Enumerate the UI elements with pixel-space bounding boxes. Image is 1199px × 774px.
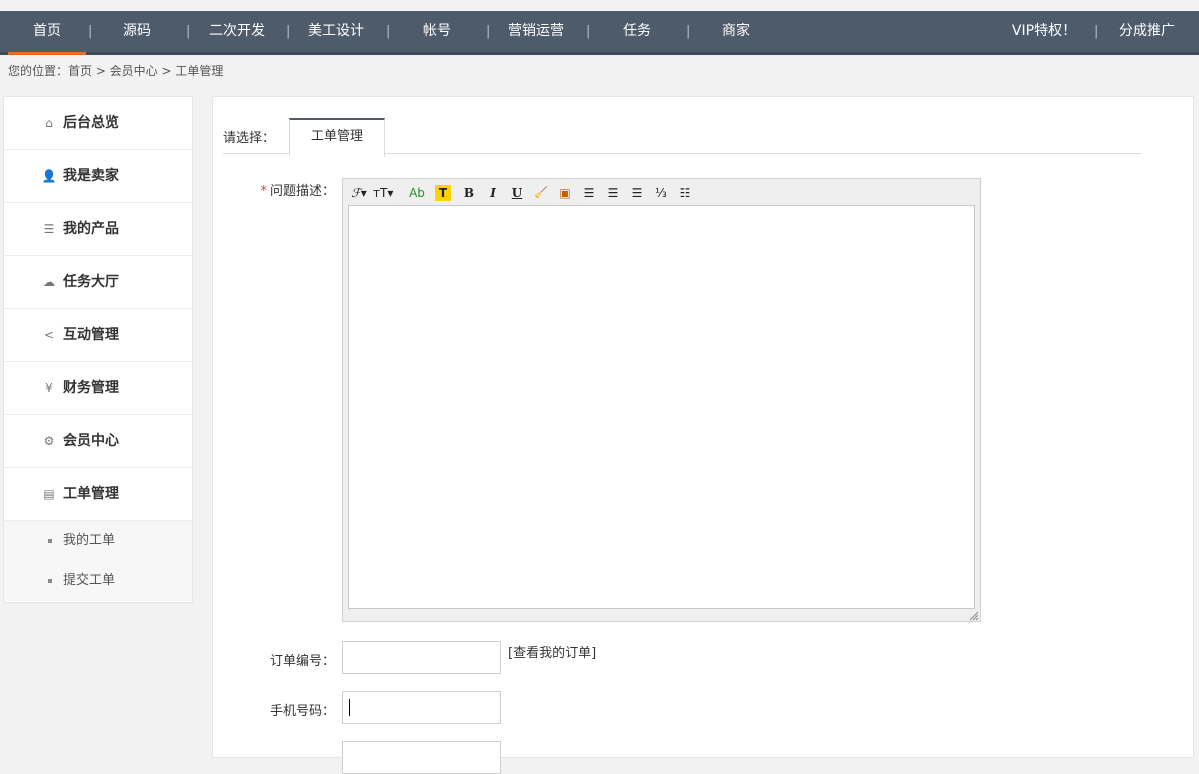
sidebar-item-interaction[interactable]: < 互动管理 — [4, 309, 192, 362]
sidebar-item-member[interactable]: ⚙ 会员中心 — [4, 415, 192, 468]
sidebar-item-label: 会员中心 — [63, 433, 119, 449]
nav-secondary-dev[interactable]: 二次开发 — [198, 11, 276, 52]
resize-handle-icon[interactable] — [969, 611, 979, 621]
editor-content-area[interactable] — [348, 205, 975, 609]
sidebar-item-label: 工单管理 — [63, 486, 119, 502]
cloud-icon: ☁ — [43, 275, 55, 289]
nav-vip[interactable]: VIP特权！ — [1004, 11, 1084, 52]
bullet-icon — [48, 539, 52, 543]
desc-label: 问题描述： — [269, 184, 335, 199]
sidebar-item-label: 后台总览 — [63, 115, 119, 131]
nav-separator: | — [186, 24, 191, 39]
sidebar-item-tickets[interactable]: ▤ 工单管理 — [4, 468, 192, 521]
nav-separator: | — [486, 24, 491, 39]
sidebar-sub-label: 我的工单 — [63, 533, 116, 548]
italic-icon[interactable]: I — [483, 183, 503, 203]
next-field-input[interactable] — [342, 741, 501, 774]
rich-text-editor: ℱ▾ тT▾ Ab T B I U 🧹 ▣ ☰ ☰ ☰ ⅓ ☷ — [342, 178, 981, 622]
underline-icon[interactable]: U — [507, 183, 527, 203]
font-color-icon[interactable]: Ab — [407, 183, 427, 203]
top-nav: 首页 | 源码 | 二次开发 | 美工设计 | 帐号 | 营销运营 | 任务 |… — [0, 11, 1199, 55]
nav-affiliate[interactable]: 分成推广 — [1108, 11, 1186, 52]
choose-label: 请选择： — [223, 131, 276, 146]
nav-separator: | — [1094, 24, 1099, 39]
order-number-input[interactable] — [342, 641, 501, 674]
sidebar-sub-label: 提交工单 — [63, 573, 116, 588]
align-right-icon[interactable]: ☰ — [627, 183, 647, 203]
nav-separator: | — [586, 24, 591, 39]
yen-icon: ¥ — [45, 381, 53, 395]
unordered-list-icon[interactable]: ☷ — [675, 183, 695, 203]
sidebar-item-finance[interactable]: ¥ 财务管理 — [4, 362, 192, 415]
gears-icon: ⚙ — [43, 434, 55, 448]
nav-marketing[interactable]: 营销运营 — [497, 11, 575, 52]
sidebar-item-products[interactable]: ☰ 我的产品 — [4, 203, 192, 256]
font-family-icon[interactable]: ℱ▾ — [349, 183, 369, 203]
sidebar-sub-my-tickets[interactable]: 我的工单 — [4, 521, 192, 561]
nav-home[interactable]: 首页 — [8, 11, 86, 55]
nav-separator: | — [286, 24, 291, 39]
font-size-icon[interactable]: тT▾ — [373, 183, 393, 203]
align-left-icon[interactable]: ☰ — [579, 183, 599, 203]
nav-design[interactable]: 美工设计 — [297, 11, 375, 52]
clear-format-icon[interactable]: 🧹 — [531, 183, 551, 203]
sidebar-item-label: 我的产品 — [63, 221, 119, 237]
breadcrumb: 您的位置：首页 > 会员中心 > 工单管理 — [8, 64, 224, 78]
main-panel: 请选择： 工单管理 * 问题描述： ℱ▾ тT▾ Ab T B I U 🧹 ▣ ☰… — [212, 96, 1194, 774]
sidebar-item-seller[interactable]: 👤 我是卖家 — [4, 150, 192, 203]
sidebar-item-overview[interactable]: ⌂ 后台总览 — [4, 97, 192, 150]
desc-label-row: * 问题描述： — [213, 180, 335, 199]
nav-account[interactable]: 帐号 — [398, 11, 476, 52]
nav-source[interactable]: 源码 — [98, 11, 176, 52]
sidebar-item-label: 任务大厅 — [63, 274, 119, 290]
text-caret — [349, 699, 350, 716]
sidebar-item-label: 互动管理 — [63, 327, 119, 343]
home-icon: ⌂ — [45, 116, 53, 130]
highlight-icon[interactable]: T — [435, 185, 451, 201]
order-label: 订单编号： — [269, 654, 335, 669]
sidebar: ⌂ 后台总览 👤 我是卖家 ☰ 我的产品 ☁ 任务大厅 < 互动管理 ¥ 财务管… — [3, 96, 193, 603]
nav-separator: | — [686, 24, 691, 39]
ordered-list-icon[interactable]: ⅓ — [651, 183, 671, 203]
tab-ticket-management[interactable]: 工单管理 — [289, 118, 385, 157]
nav-tasks[interactable]: 任务 — [598, 11, 676, 52]
phone-input[interactable] — [342, 691, 501, 724]
clipboard-icon: ▤ — [43, 487, 55, 501]
server-icon: ☰ — [43, 222, 55, 236]
nav-merchant[interactable]: 商家 — [697, 11, 775, 52]
bullet-icon — [48, 579, 52, 583]
user-icon: 👤 — [41, 169, 57, 183]
sidebar-item-task-hall[interactable]: ☁ 任务大厅 — [4, 256, 192, 309]
bold-icon[interactable]: B — [459, 183, 479, 203]
nav-separator: | — [88, 24, 93, 39]
sidebar-item-label: 财务管理 — [63, 380, 119, 396]
align-center-icon[interactable]: ☰ — [603, 183, 623, 203]
share-icon: < — [43, 328, 55, 342]
sidebar-item-label: 我是卖家 — [63, 168, 119, 184]
insert-image-icon[interactable]: ▣ — [555, 183, 575, 203]
required-mark: * — [260, 184, 267, 199]
phone-label: 手机号码： — [269, 704, 335, 719]
view-orders-link[interactable]: [查看我的订单] — [508, 642, 596, 661]
nav-separator: | — [386, 24, 391, 39]
sidebar-sub-submit-ticket[interactable]: 提交工单 — [4, 561, 192, 601]
